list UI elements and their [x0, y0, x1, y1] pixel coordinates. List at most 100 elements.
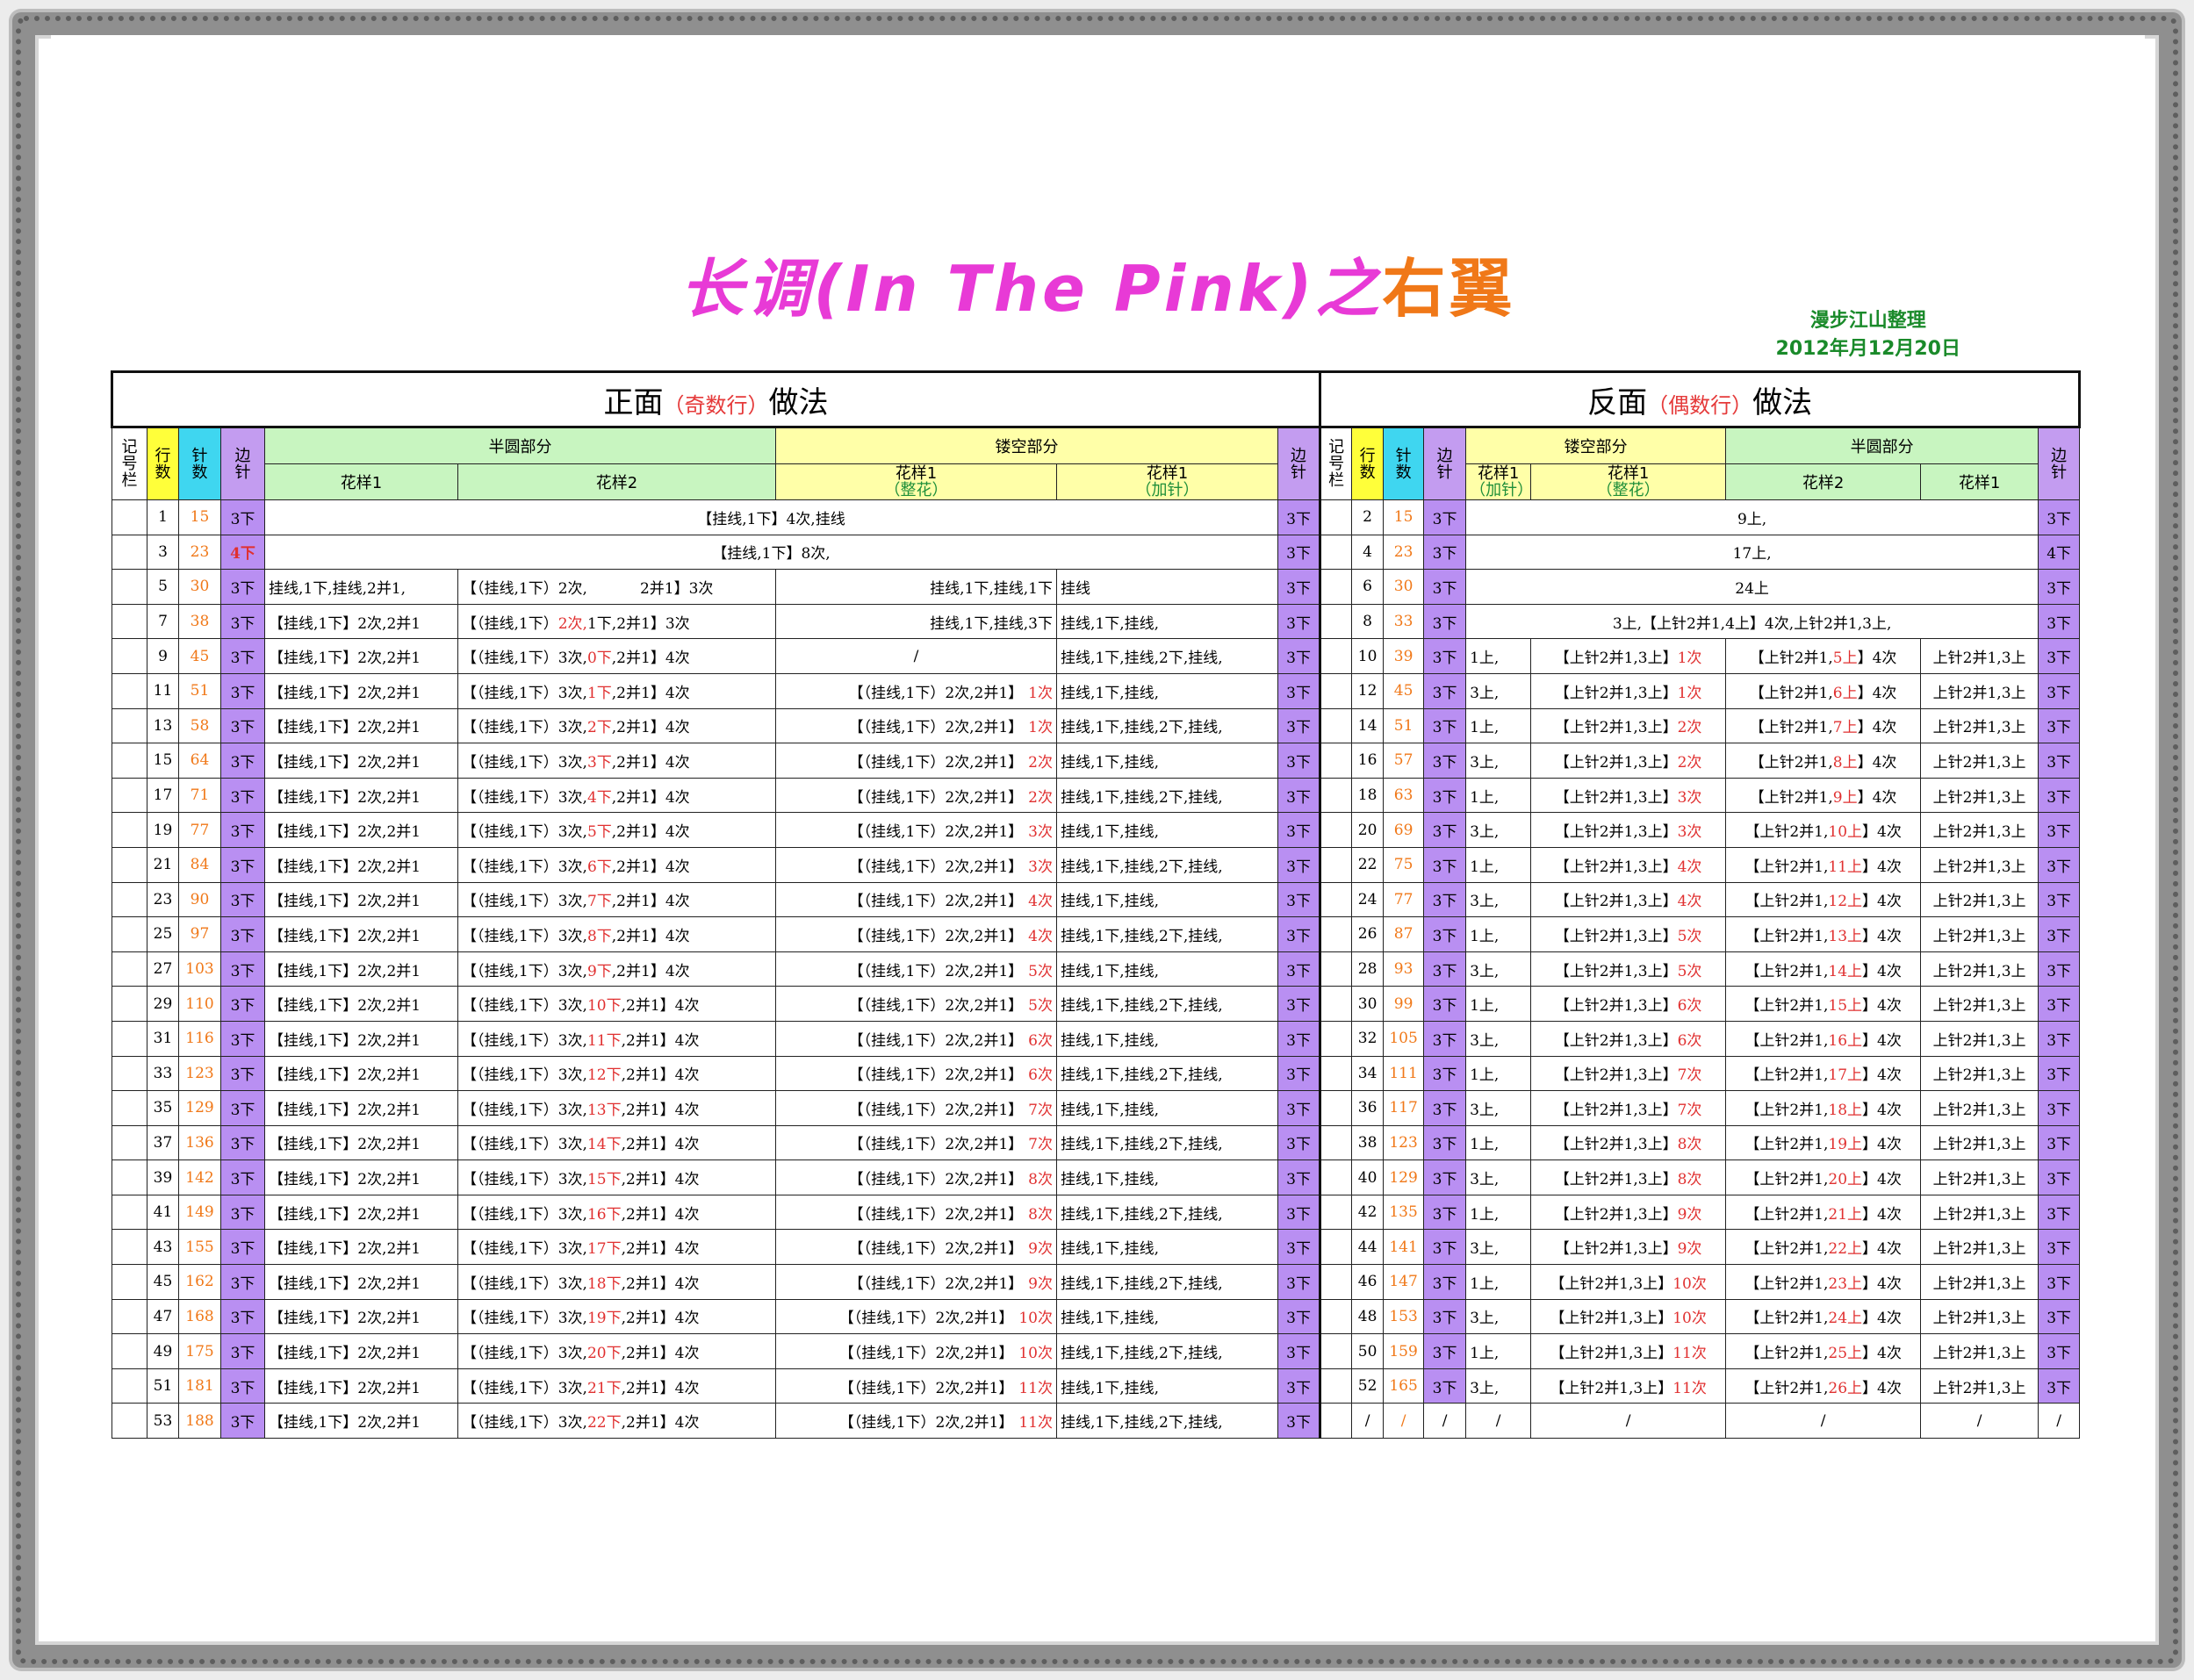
- back-edge-left: 3下: [1423, 1368, 1467, 1404]
- front-edge-left: 4下: [220, 534, 265, 571]
- back-stitch-count: 141: [1383, 1229, 1425, 1266]
- table-row: 11 51 3下 【挂线,1下】2次,2并1 【（挂线,1下）3次,1下,2并1】4次【…: [111, 672, 2081, 709]
- back-stitch-count: 75: [1383, 846, 1425, 883]
- back-jihao-cell: [1320, 534, 1353, 571]
- credit-block: 漫步江山整理 2012年月12月20日: [1776, 307, 1960, 363]
- front-lougkong-zhenghua: 挂线,1下,挂线,3下: [775, 603, 1057, 640]
- back-row-number: 6: [1351, 569, 1385, 605]
- front-banyuan-huayang1: 【挂线,1下】2次,2并1: [264, 1159, 458, 1195]
- back-lougkong-jiazhen: 1上,: [1465, 1194, 1532, 1231]
- front-edge-left: 3下: [220, 638, 265, 674]
- back-edge-right: 3下: [2038, 707, 2081, 744]
- front-lougkong-jiazhen: 挂线,1下,挂线,: [1056, 1368, 1278, 1404]
- back-banyuan-huayang1: 上针2并1,3上: [1920, 638, 2039, 674]
- back-edge-left: 3下: [1423, 1090, 1467, 1126]
- front-lougkong-zhenghua: 【（挂线,1下）2次,2并1】 8次: [775, 1194, 1057, 1231]
- front-row-number: 51: [147, 1368, 179, 1404]
- front-lougkong-zhenghua: 【（挂线,1下）2次,2并1】 6次: [775, 1020, 1057, 1057]
- front-edge-left: 3下: [220, 1368, 265, 1404]
- back-banyuan-huayang2: 【上针2并1,7上】4次: [1725, 707, 1922, 744]
- front-lougkong-jiazhen: 挂线,1下,挂线,: [1056, 1298, 1278, 1335]
- front-banyuan-huayang1: 【挂线,1下】2次,2并1: [264, 1124, 458, 1161]
- back-edge-left: 3下: [1423, 1194, 1467, 1231]
- front-jihao-cell: [111, 534, 147, 571]
- header-front-huayang1: 花样1: [264, 463, 458, 500]
- front-jihao-cell: [111, 916, 147, 952]
- back-lougkong-jiazhen: 1上,: [1465, 707, 1532, 744]
- front-banyuan-huayang1: 【挂线,1下】2次,2并1: [264, 1229, 458, 1266]
- front-edge-right: 3下: [1277, 986, 1322, 1022]
- front-lougkong-jiazhen: 挂线,1下,挂线,2下,挂线,: [1056, 638, 1278, 674]
- front-row-number: 25: [147, 916, 179, 952]
- back-stitch-count: 153: [1383, 1298, 1425, 1335]
- front-edge-left: 3下: [220, 1229, 265, 1266]
- front-stitch-count: 97: [178, 916, 221, 952]
- header-back-huayang2: 花样2: [1725, 463, 1922, 500]
- back-banyuan-huayang1: 上针2并1,3上: [1920, 672, 2039, 709]
- front-edge-right: 3下: [1277, 1403, 1322, 1439]
- front-edge-left: 3下: [220, 777, 265, 814]
- back-lougkong-jiazhen: 3上,: [1465, 672, 1532, 709]
- back-stitch-count: 63: [1383, 777, 1425, 814]
- front-edge-right: 3下: [1277, 569, 1322, 605]
- back-lougkong-zhenghua: 【上针2并1,3上】10次: [1530, 1298, 1727, 1335]
- back-edge-left: 3下: [1423, 743, 1467, 779]
- back-lougkong-jiazhen: 1上,: [1465, 1333, 1532, 1369]
- back-edge-left: 3下: [1423, 1055, 1467, 1092]
- front-row-number: 7: [147, 603, 179, 640]
- table-row: 51 181 3下 【挂线,1下】2次,2并1 【（挂线,1下）3次,21下,2并1】4…: [111, 1368, 2081, 1404]
- back-banyuan-huayang2: 【上针2并1,22上】4次: [1725, 1229, 1922, 1266]
- back-banyuan-huayang1: 上针2并1,3上: [1920, 1020, 2039, 1057]
- header-zhen-back: 针 数: [1383, 427, 1425, 500]
- back-edge-right: 3下: [2038, 1229, 2081, 1266]
- back-banyuan-huayang2: 【上针2并1,18上】4次: [1725, 1090, 1922, 1126]
- back-lougkong-zhenghua: 【上针2并1,3上】3次: [1530, 812, 1727, 848]
- front-row-number: 45: [147, 1264, 179, 1300]
- front-banyuan-huayang1: 【挂线,1下】2次,2并1: [264, 812, 458, 848]
- back-row-number: 46: [1351, 1264, 1385, 1300]
- credit-author: 漫步江山整理: [1809, 310, 1926, 332]
- table-row: 17 71 3下 【挂线,1下】2次,2并1 【（挂线,1下）3次,4下,2并1】4次【…: [111, 777, 2081, 814]
- front-lougkong-jiazhen: 挂线,1下,挂线,: [1056, 812, 1278, 848]
- back-edge-left: 3下: [1423, 499, 1467, 535]
- front-edge-right: 3下: [1277, 951, 1322, 987]
- back-row-number: 16: [1351, 743, 1385, 779]
- front-lougkong-zhenghua: 【（挂线,1下）2次,2并1】 4次: [775, 881, 1057, 918]
- front-jihao-cell: [111, 951, 147, 987]
- back-edge-right: 3下: [2038, 1124, 2081, 1161]
- front-edge-right: 3下: [1277, 743, 1322, 779]
- header-jihao-back: 记 号 栏: [1320, 427, 1353, 500]
- back-jihao-cell: [1320, 1229, 1353, 1266]
- front-stitch-count: 116: [178, 1020, 221, 1057]
- header-zhen: 针 数: [178, 427, 221, 500]
- title-accent: 右翼: [1382, 252, 1516, 326]
- front-row-number: 23: [147, 881, 179, 918]
- front-edge-right: 3下: [1277, 1229, 1322, 1266]
- back-banyuan-huayang2: 【上针2并1,25上】4次: [1725, 1333, 1922, 1369]
- front-banyuan-huayang2: 【（挂线,1下）3次,16下,2并1】4次: [457, 1194, 776, 1231]
- front-edge-left: 3下: [220, 986, 265, 1022]
- back-edge-left: 3下: [1423, 1159, 1467, 1195]
- front-lougkong-jiazhen: 挂线,1下,挂线,2下,挂线,: [1056, 916, 1278, 952]
- back-edge-right: 3下: [2038, 951, 2081, 987]
- table-row: 41 149 3下 【挂线,1下】2次,2并1 【（挂线,1下）3次,16下,2并1】4…: [111, 1194, 2081, 1231]
- back-jihao-cell: [1320, 1368, 1353, 1404]
- front-edge-right: 3下: [1277, 707, 1322, 744]
- front-edge-right: 3下: [1277, 916, 1322, 952]
- back-banyuan-huayang2: 【上针2并1,8上】4次: [1725, 743, 1922, 779]
- front-banyuan-huayang1: 【挂线,1下】2次,2并1: [264, 986, 458, 1022]
- back-banyuan-huayang1: 上针2并1,3上: [1920, 951, 2039, 987]
- front-edge-right: 3下: [1277, 672, 1322, 709]
- front-banyuan-huayang2: 【（挂线,1下）3次,1下,2并1】4次: [457, 672, 776, 709]
- back-banyuan-huayang2: 【上针2并1,24上】4次: [1725, 1298, 1922, 1335]
- table-row: 49 175 3下 【挂线,1下】2次,2并1 【（挂线,1下）3次,20下,2并1】4…: [111, 1333, 2081, 1369]
- back-edge-right: 3下: [2038, 881, 2081, 918]
- front-row-number: 15: [147, 743, 179, 779]
- back-banyuan-huayang2: 【上针2并1,10上】4次: [1725, 812, 1922, 848]
- back-row-number: 50: [1351, 1333, 1385, 1369]
- back-stitch-count: 30: [1383, 569, 1425, 605]
- front-stitch-count: 71: [178, 777, 221, 814]
- back-edge-right: 3下: [2038, 1020, 2081, 1057]
- back-row-number: 30: [1351, 986, 1385, 1022]
- back-banyuan-huayang2: 【上针2并1,5上】4次: [1725, 638, 1922, 674]
